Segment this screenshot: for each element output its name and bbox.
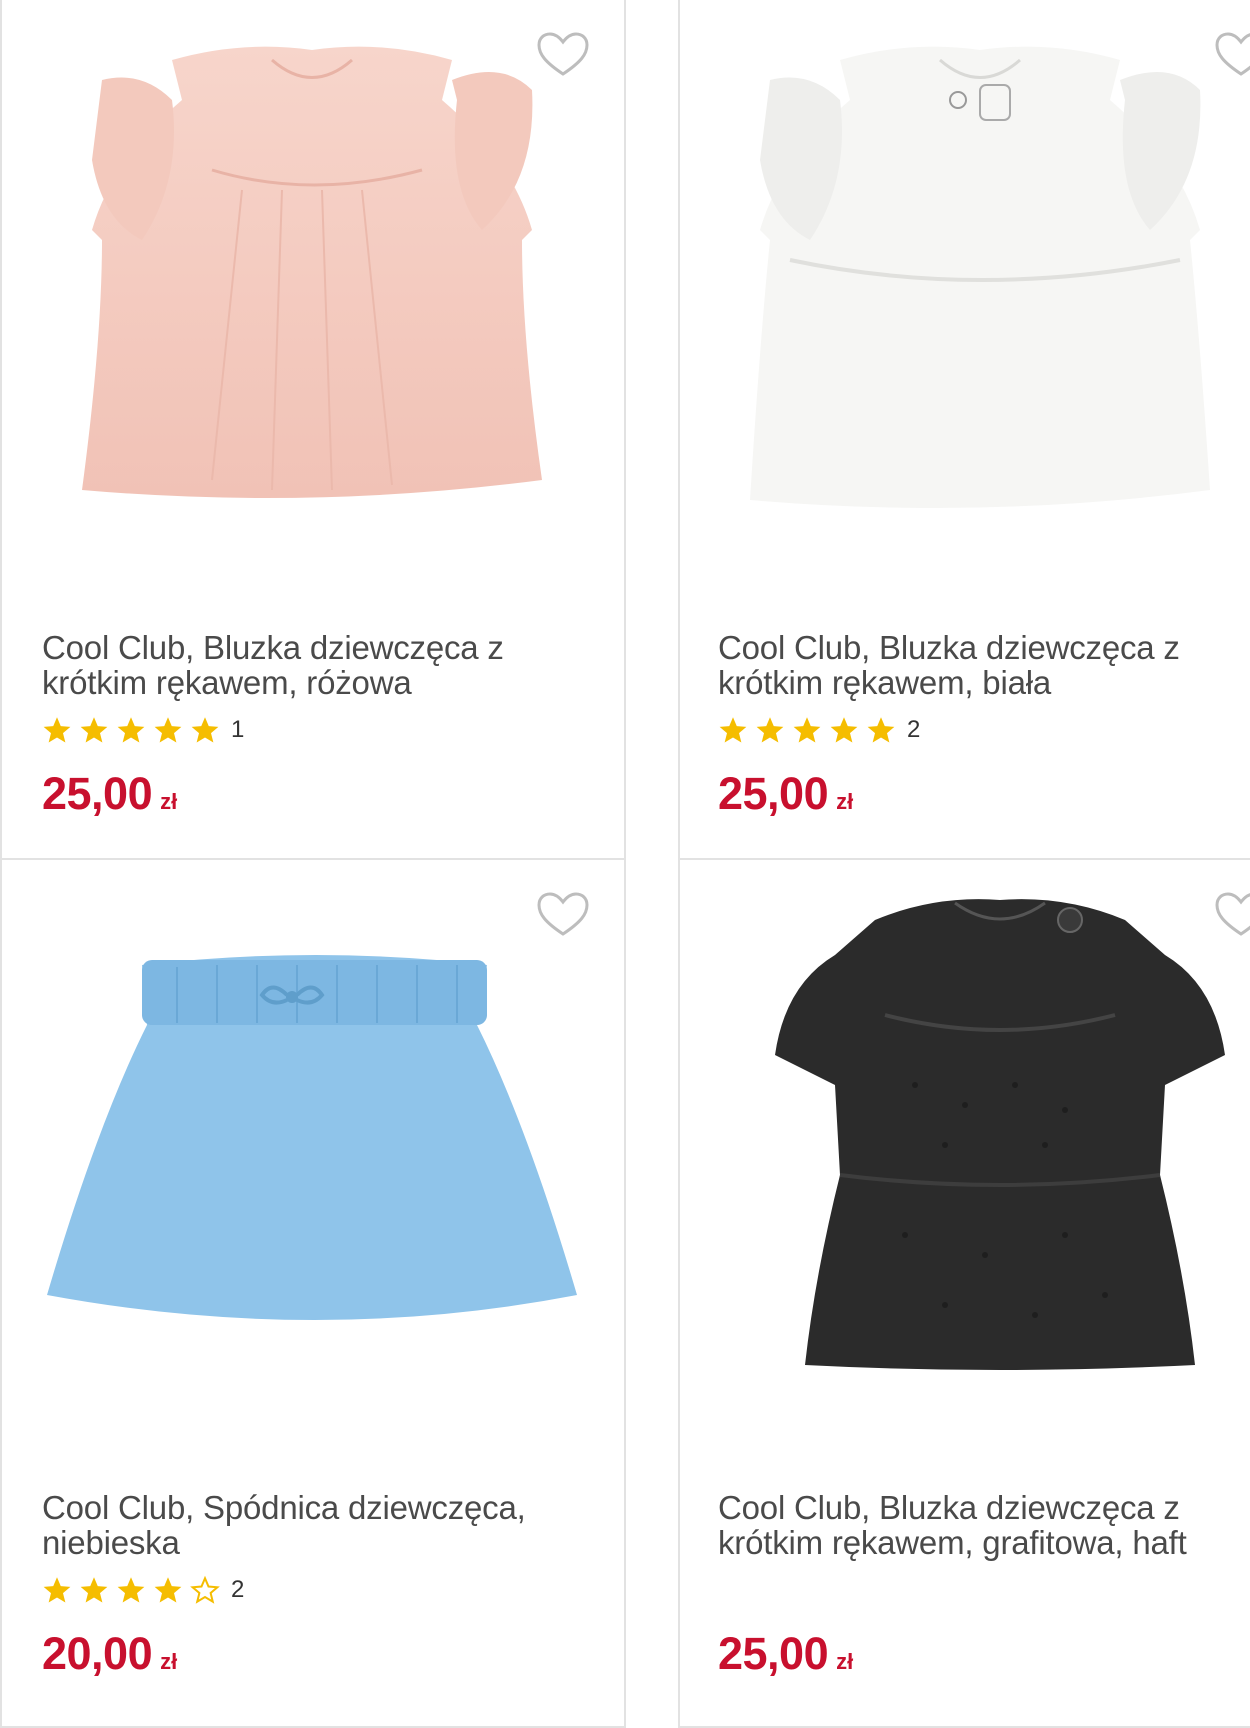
price-currency: zł — [836, 789, 854, 814]
price-amount: 25,00 — [718, 768, 829, 819]
heart-outline-icon[interactable] — [1215, 32, 1250, 78]
star-filled-icon — [190, 715, 220, 745]
star-filled-icon — [866, 715, 896, 745]
star-filled-icon — [79, 1575, 109, 1605]
rating-count: 2 — [907, 716, 921, 743]
heart-outline-icon[interactable] — [537, 32, 589, 78]
star-filled-icon — [153, 715, 183, 745]
rating: 1 — [42, 713, 244, 747]
product-title-line2: niebieska — [42, 1524, 180, 1561]
product-price: 25,00 zł — [42, 768, 177, 820]
product-title-line1: Cool Club, Spódnica dziewczęca, — [42, 1489, 526, 1526]
product-title-line1: Cool Club, Bluzka dziewczęca z — [718, 629, 1180, 666]
rating-count: 1 — [231, 716, 245, 743]
star-filled-icon — [79, 715, 109, 745]
product-card[interactable]: Cool Club, Bluzka dziewczęca z krótkim r… — [0, 0, 626, 860]
heart-outline-icon[interactable] — [537, 892, 589, 938]
star-filled-icon — [153, 1575, 183, 1605]
product-title-line2: krótkim rękawem, biała — [718, 664, 1052, 701]
star-filled-icon — [42, 1575, 72, 1605]
star-filled-icon — [755, 715, 785, 745]
rating: 2 — [718, 713, 920, 747]
rating: 2 — [42, 1573, 244, 1607]
star-filled-icon — [718, 715, 748, 745]
product-title[interactable]: Cool Club, Bluzka dziewczęca z krótkim r… — [42, 630, 602, 700]
product-image[interactable] — [730, 40, 1230, 530]
product-image[interactable] — [47, 945, 577, 1365]
star-filled-icon — [829, 715, 859, 745]
product-price: 20,00 zł — [42, 1628, 177, 1680]
product-card[interactable]: Cool Club, Bluzka dziewczęca z krótkim r… — [678, 0, 1250, 860]
product-title-line1: Cool Club, Bluzka dziewczęca z — [718, 1489, 1180, 1526]
heart-outline-icon[interactable] — [1215, 892, 1250, 938]
price-currency: zł — [160, 789, 178, 814]
product-card[interactable]: Cool Club, Bluzka dziewczęca z krótkim r… — [678, 858, 1250, 1728]
product-title[interactable]: Cool Club, Bluzka dziewczęca z krótkim r… — [718, 630, 1250, 700]
price-amount: 20,00 — [42, 1628, 153, 1679]
star-filled-icon — [116, 715, 146, 745]
rating-count: 2 — [231, 1576, 245, 1603]
product-title[interactable]: Cool Club, Bluzka dziewczęca z krótkim r… — [718, 1490, 1250, 1560]
product-price: 25,00 zł — [718, 1628, 853, 1680]
product-price: 25,00 zł — [718, 768, 853, 820]
product-image[interactable] — [62, 40, 562, 530]
price-amount: 25,00 — [718, 1628, 829, 1679]
product-image[interactable] — [765, 895, 1235, 1370]
star-filled-icon — [42, 715, 72, 745]
product-card[interactable]: Cool Club, Spódnica dziewczęca, niebiesk… — [0, 858, 626, 1728]
price-currency: zł — [160, 1649, 178, 1674]
product-title-line2: krótkim rękawem, grafitowa, haft — [718, 1524, 1187, 1561]
product-title-line2: krótkim rękawem, różowa — [42, 664, 412, 701]
star-filled-icon — [792, 715, 822, 745]
price-currency: zł — [836, 1649, 854, 1674]
product-title-line1: Cool Club, Bluzka dziewczęca z — [42, 629, 504, 666]
star-filled-icon — [116, 1575, 146, 1605]
star-outline-icon — [190, 1575, 220, 1605]
product-title[interactable]: Cool Club, Spódnica dziewczęca, niebiesk… — [42, 1490, 602, 1560]
price-amount: 25,00 — [42, 768, 153, 819]
